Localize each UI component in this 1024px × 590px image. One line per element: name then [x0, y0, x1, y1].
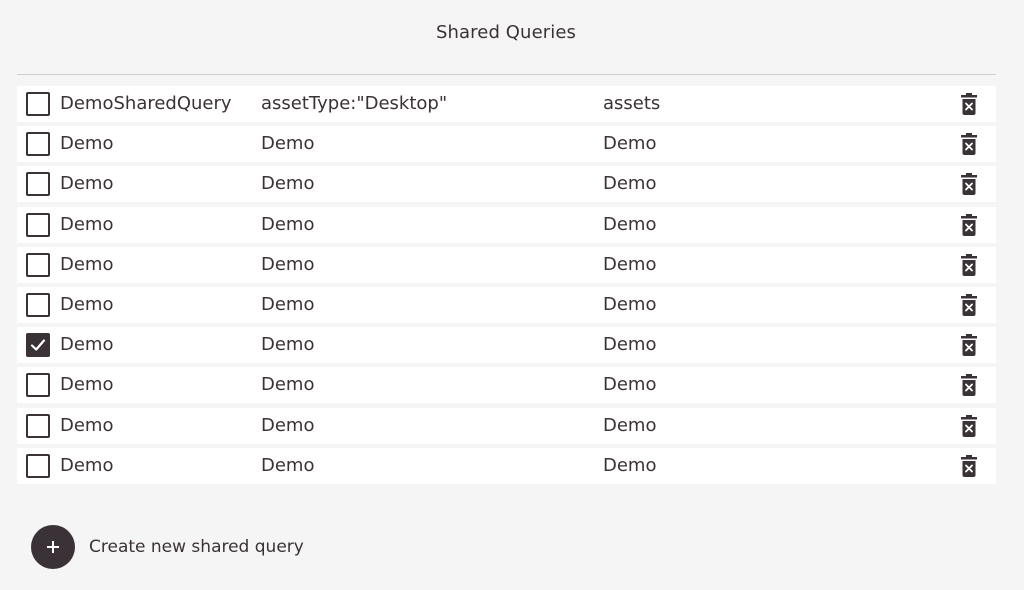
query-type: Demo — [603, 414, 657, 436]
query-type: Demo — [603, 293, 657, 315]
query-row: Demo Demo Demo — [17, 166, 996, 203]
check-icon — [30, 339, 46, 351]
row-checkbox[interactable] — [26, 212, 50, 237]
create-shared-query-label[interactable]: Create new shared query — [89, 537, 304, 557]
create-shared-query-button[interactable] — [31, 525, 75, 569]
row-checkbox[interactable] — [26, 413, 50, 438]
trash-icon — [961, 173, 977, 196]
create-shared-query-row: Create new shared query — [31, 525, 304, 569]
plus-icon — [47, 541, 59, 553]
delete-query-button[interactable] — [959, 373, 979, 397]
query-type: Demo — [603, 374, 657, 396]
query-expression: Demo — [261, 374, 315, 396]
delete-query-button[interactable] — [959, 253, 979, 277]
trash-icon — [961, 213, 977, 236]
query-type: Demo — [603, 334, 657, 356]
trash-icon — [961, 454, 977, 477]
delete-query-button[interactable] — [959, 414, 979, 438]
query-name: Demo — [60, 173, 114, 195]
page-title: Shared Queries — [436, 22, 576, 43]
query-name: Demo — [60, 414, 114, 436]
query-expression: Demo — [261, 454, 315, 476]
query-type: Demo — [603, 173, 657, 195]
query-type: Demo — [603, 213, 657, 235]
query-expression: Demo — [261, 293, 315, 315]
query-row: Demo Demo Demo — [17, 407, 996, 444]
trash-icon — [961, 374, 977, 397]
trash-icon — [961, 414, 977, 437]
query-row: DemoSharedQuery assetType:"Desktop" assets — [17, 86, 996, 122]
query-row: Demo Demo Demo — [17, 367, 996, 404]
query-expression: Demo — [261, 414, 315, 436]
query-type: Demo — [603, 133, 657, 155]
query-row: Demo Demo Demo — [17, 327, 996, 364]
delete-query-button[interactable] — [959, 293, 979, 317]
query-name: Demo — [60, 213, 114, 235]
trash-icon — [961, 253, 977, 276]
row-checkbox[interactable] — [26, 252, 50, 277]
query-expression: Demo — [261, 253, 315, 275]
row-checkbox[interactable] — [26, 172, 50, 197]
delete-query-button[interactable] — [959, 333, 979, 357]
row-checkbox[interactable] — [26, 92, 50, 116]
query-row: Demo Demo Demo — [17, 286, 996, 323]
query-expression: Demo — [261, 334, 315, 356]
query-name: Demo — [60, 253, 114, 275]
query-name: DemoSharedQuery — [60, 93, 232, 114]
query-type: Demo — [603, 253, 657, 275]
query-name: Demo — [60, 374, 114, 396]
delete-query-button[interactable] — [959, 213, 979, 237]
shared-query-list: DemoSharedQuery assetType:"Desktop" assets… — [17, 86, 996, 488]
query-name: Demo — [60, 133, 114, 155]
trash-icon — [961, 293, 977, 316]
query-name: Demo — [60, 334, 114, 356]
query-expression: Demo — [261, 213, 315, 235]
header-divider — [17, 74, 996, 75]
delete-query-button[interactable] — [959, 172, 979, 196]
query-name: Demo — [60, 454, 114, 476]
trash-icon — [961, 93, 977, 115]
query-expression: Demo — [261, 133, 315, 155]
trash-icon — [961, 133, 977, 156]
delete-query-button[interactable] — [959, 92, 979, 116]
query-name: Demo — [60, 293, 114, 315]
delete-query-button[interactable] — [959, 454, 979, 478]
query-row: Demo Demo Demo — [17, 126, 996, 163]
row-checkbox[interactable] — [26, 333, 50, 358]
query-row: Demo Demo Demo — [17, 246, 996, 283]
row-checkbox[interactable] — [26, 292, 50, 317]
row-checkbox[interactable] — [26, 373, 50, 398]
query-row: Demo Demo Demo — [17, 447, 996, 484]
delete-query-button[interactable] — [959, 132, 979, 156]
query-type: assets — [603, 93, 661, 114]
row-checkbox[interactable] — [26, 453, 50, 478]
query-type: Demo — [603, 454, 657, 476]
query-expression: assetType:"Desktop" — [261, 93, 448, 114]
query-expression: Demo — [261, 173, 315, 195]
trash-icon — [961, 334, 977, 357]
row-checkbox[interactable] — [26, 132, 50, 157]
query-row: Demo Demo Demo — [17, 206, 996, 243]
